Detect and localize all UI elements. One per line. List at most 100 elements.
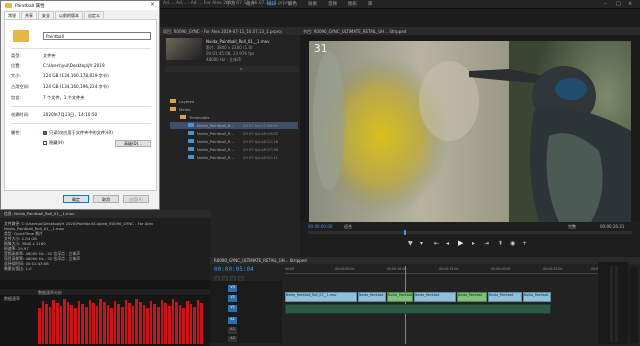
contains-row: 包含: 7 个文件，1 个文件夹 [11,95,85,100]
data-rate-bar [110,308,113,344]
data-rate-label: 数据速率 [4,296,20,301]
folder-name-field[interactable]: Paintball [43,32,151,40]
attributes-label: 属性: [11,130,21,135]
go-to-out-icon[interactable]: ⇥ [484,240,489,247]
workspace-color[interactable]: 颜色 [288,1,297,7]
timeline-timecode[interactable]: 00:00:05:04 [214,266,254,273]
workspace-editing[interactable]: 编辑 [267,1,276,7]
play-icon[interactable]: ▶ [458,239,463,247]
tab-general[interactable]: 常规 [4,11,20,19]
clip-icon [188,131,194,135]
data-rate-bar [139,302,142,344]
hidden-checkbox[interactable]: 隐藏(H) [43,140,64,146]
data-rate-bar [124,300,128,344]
workspace-effects[interactable]: 效果 [308,1,317,7]
data-rate-bar [167,306,171,344]
project-row-clip-4[interactable]: Nvida_Paintball_R... 29.97 fps18:37:38 [170,146,298,153]
timeline-clip[interactable]: Nvida_Paintball [488,292,522,302]
go-to-in-icon[interactable]: ⇤ [434,240,439,247]
timeline-ruler[interactable]: 00:00 00:00:05:00 00:00:10:00 00:00:15:0… [285,266,615,274]
step-forward-icon[interactable]: ▸ [472,240,475,247]
timeline-scrollbar[interactable] [630,267,638,343]
project-row-bin-media[interactable]: Media [170,106,298,113]
step-back-icon[interactable]: ◂ [446,240,449,247]
ok-button[interactable]: 确定 [63,195,89,203]
quality-dropdown[interactable]: 完整 [568,224,576,230]
minimize-icon[interactable]: – [604,1,607,7]
fit-dropdown[interactable]: 适合 [344,224,352,230]
info-tab[interactable]: 信息: Nvida_Paintball_Roll_01__1.mov [4,211,74,217]
workspace-assembly[interactable]: 组件 [246,1,255,7]
mark-out-icon[interactable]: ▾ [420,240,423,247]
clip-preview-thumbnail [166,38,202,60]
project-row-bin-timecodes[interactable]: Timecodes [170,114,298,121]
maximize-icon[interactable]: □ [616,1,621,7]
workspace-learn[interactable]: 学习 [226,1,235,7]
tab-previous-versions[interactable]: 以前的版本 [55,11,83,19]
track-v2[interactable]: V2 [228,295,237,302]
project-row-clip-2[interactable]: Nvida_Paintball_R... 29.97 fps18:09:02 [170,130,298,137]
timeline-clip[interactable]: Nvida_Paintball [457,292,487,302]
program-monitor-tab[interactable]: 节目: R0090_GYNC_ULTIMATE_RETAIL_UH... Str… [303,29,406,35]
track-v3[interactable]: V3 [228,285,237,292]
data-rate-bar [45,304,48,344]
add-button-icon[interactable]: + [522,240,527,247]
timeline-clip[interactable]: Nvida_Paintball [414,292,456,302]
tab-security[interactable]: 安全 [38,11,54,19]
timeline-clip[interactable]: Nvida_Paintball [387,292,413,302]
info-panel: 信息: Nvida_Paintball_Roll_01__1.mov 文件路径:… [0,210,210,280]
project-row-bin-layered[interactable]: Layered [170,98,298,105]
project-row-clip-1[interactable]: Nvida_Paintball_R... 29.97 fps17:48:00 [170,122,298,129]
track-a1[interactable]: A1 [228,317,237,324]
mark-in-icon[interactable]: ▼ [408,240,413,247]
program-controls: 00:00:00:00 适合 完整 00:00:26:21 ▼ ▾ ⇤ ◂ ▶ … [300,222,640,257]
cancel-button[interactable]: 取消 [93,195,119,203]
folder-icon [180,115,186,119]
data-rate-bar [95,306,99,344]
workspace-audio[interactable]: 音频 [328,1,337,7]
apply-button[interactable]: 应用(A) [123,195,149,203]
search-icon[interactable]: ⌕ [240,66,242,71]
track-headers: V3 V2 V1 A1 A2 A3 [210,281,282,343]
folder-icon [170,107,176,111]
data-rate-bar [52,300,56,344]
program-scrub-bar[interactable] [308,231,632,234]
advanced-button[interactable]: 高级(D)... [115,140,151,147]
tab-customize[interactable]: 自定义 [84,11,104,19]
data-rate-bar [160,300,164,344]
dialog-title-bar: Paintball 属性 × [1,1,159,10]
close-icon[interactable]: × [150,1,155,8]
data-rate-panel: 数据速率 数据速率分析 [0,280,210,346]
data-rate-bar [185,301,189,344]
readonly-checkbox[interactable]: 只读(仅应用于文件夹中的文件)(R) [43,130,113,136]
data-rate-bar [164,303,167,344]
audio-clip[interactable] [285,304,551,314]
tab-sharing[interactable]: 共享 [21,11,37,19]
divider [11,106,151,107]
project-row-clip-3[interactable]: Nvida_Paintball_R... 29.97 fps18:22:16 [170,138,298,145]
track-a2[interactable]: A2 [228,327,237,334]
data-rate-bar [128,303,131,344]
workspace-libraries[interactable]: 库 [368,1,373,7]
project-row-clip-5[interactable]: Nvida_Paintball_R... 29.97 fps18:52:11 [170,154,298,161]
dialog-title: Paintball 属性 [15,3,45,9]
export-frame-icon[interactable]: ◉ [510,240,515,247]
project-tab[interactable]: 项目: R0090_GYNC - For Alex 2019-07-11_16.… [163,29,282,35]
timeline-clip[interactable]: Nvida_Paintball [523,292,551,302]
track-a3[interactable]: A3 [228,336,237,342]
workspace-graphics[interactable]: 图形 [348,1,357,7]
data-rate-bar [70,305,74,344]
close-icon[interactable]: × [628,1,632,7]
track-v1[interactable]: V1 [228,305,237,312]
program-timecode[interactable]: 00:00:00:00 [308,224,332,229]
data-rate-bar [196,300,200,344]
lift-icon[interactable]: ⇞ [498,240,503,247]
clip-icon [188,147,194,151]
timeline-clip[interactable]: Nvida_Paintball_Roll_01__1.mov [285,292,357,302]
data-rate-bar [175,302,178,344]
timeline-clip[interactable]: Nvida_Paintball [358,292,386,302]
divider [11,48,151,49]
project-toolbar [166,66,298,72]
playhead-indicator[interactable] [404,230,406,235]
timeline-tab[interactable]: R0090_GYNC_ULTIMATE_RETAIL_UH... Strippe… [214,258,307,263]
